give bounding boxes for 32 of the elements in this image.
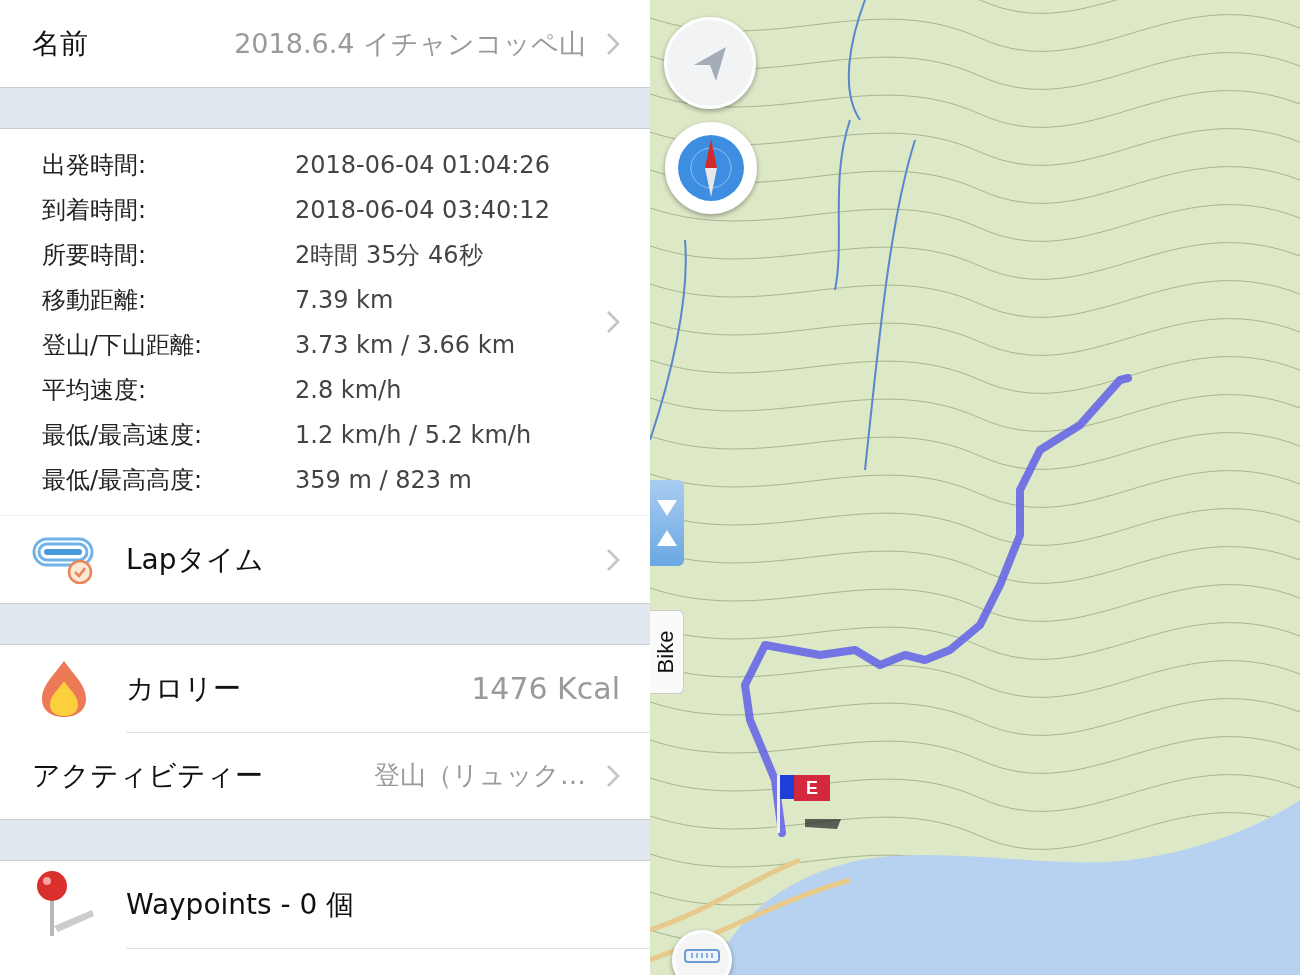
stat-value: 3.73 km / 3.66 km xyxy=(295,329,517,361)
stat-value: 359 m / 823 m xyxy=(295,464,473,496)
stat-value: 1.2 km/h / 5.2 km/h xyxy=(295,419,533,451)
collapse-handle[interactable] xyxy=(650,480,684,566)
waypoints-label[interactable]: Waypoints - 0 個 xyxy=(126,885,620,924)
stat-label: 到着時間: xyxy=(42,194,148,226)
stat-value: 2018-06-04 03:40:12 xyxy=(295,194,551,226)
compass-icon xyxy=(676,133,746,203)
chevron-icon xyxy=(606,547,620,572)
chevron-icon xyxy=(606,310,620,334)
stat-label: 登山/下山距離: xyxy=(42,329,204,361)
chevron-icon xyxy=(606,31,620,56)
calories-label: カロリー xyxy=(126,670,242,707)
name-label: 名前 xyxy=(32,25,88,62)
chevron-icon xyxy=(606,763,620,788)
bike-tab[interactable]: Bike xyxy=(650,610,684,694)
stat-label: 最低/最高高度: xyxy=(42,464,204,496)
stat-value: 2時間 35分 46秒 xyxy=(295,239,484,271)
end-flag-label: E xyxy=(794,775,830,801)
stat-label: 出発時間: xyxy=(42,149,148,181)
name-value: 2018.6.4 イチャンコッペ山 xyxy=(233,26,586,61)
stat-value: 2.8 km/h xyxy=(295,374,403,406)
calories-value: 1476 Kcal xyxy=(471,671,620,706)
stat-label: 所要時間: xyxy=(42,239,148,271)
activity-label[interactable]: アクティビティー xyxy=(32,756,263,795)
stat-value: 7.39 km xyxy=(295,284,395,316)
stat-value: 2018-06-04 01:04:26 xyxy=(295,149,551,181)
stat-label: 最低/最高速度: xyxy=(42,419,204,451)
lap-label[interactable]: Lapタイム xyxy=(126,540,576,579)
stat-label: 移動距離: xyxy=(42,284,148,316)
ruler-icon xyxy=(684,949,720,963)
stat-label: 平均速度: xyxy=(42,374,148,406)
